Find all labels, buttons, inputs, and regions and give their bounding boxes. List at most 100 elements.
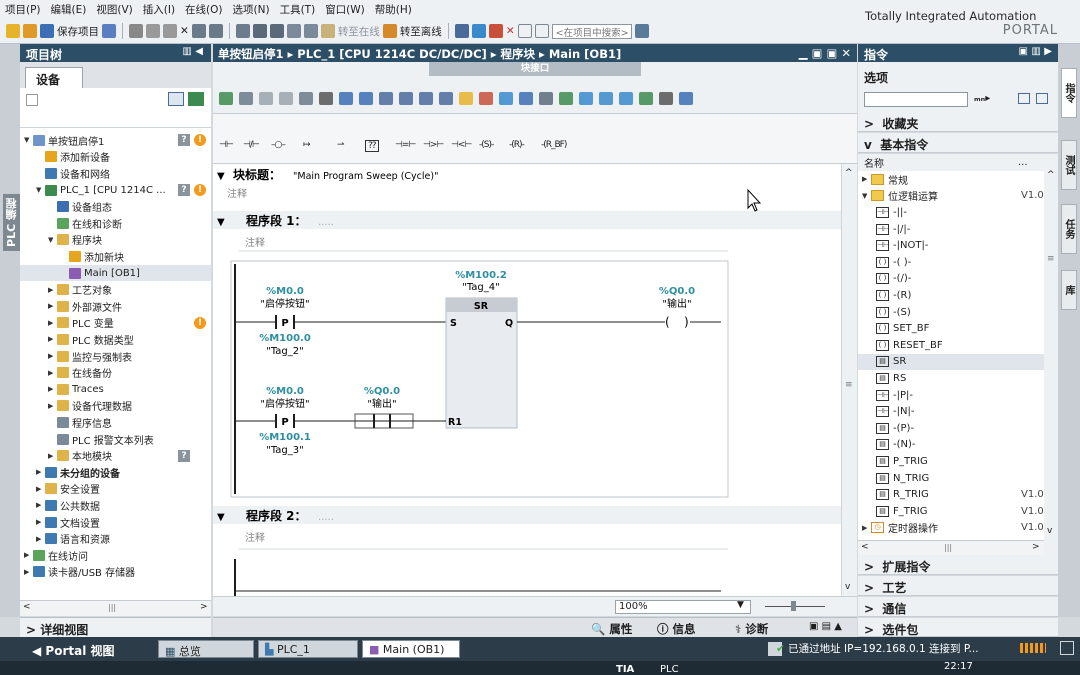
editor-tool-18-icon[interactable] [579,92,593,105]
tree-item[interactable]: ▼ 单按钮启停1?! [20,132,211,149]
contact-2-edge-address[interactable]: %M100.1 [259,432,311,443]
contact-1-edge-address[interactable]: %M100.0 [259,333,311,344]
collapse-arrow-icon[interactable]: ▼ [36,186,45,194]
ladder-editor[interactable]: ▼ 块标题： "Main Program Sweep (Cycle)" 注释 ▼… [213,164,841,596]
editor-tool-21-icon[interactable] [639,92,653,105]
chevron-down-icon[interactable]: ▼ [737,600,744,610]
cross-reference-icon[interactable]: ✕ [506,25,515,37]
download-icon[interactable] [252,24,267,38]
contact-2-edge-tag[interactable]: "Tag_3" [266,445,304,456]
view-list-icon[interactable] [1018,93,1030,104]
menu-item-1[interactable]: 编辑(E) [46,2,92,17]
search-icon[interactable] [634,24,649,38]
panel-controls-icon[interactable]: ▣ ▥ ▶ [1018,46,1052,57]
editor-tool-15-icon[interactable] [519,92,533,105]
sr-tag[interactable]: "Tag_4" [462,282,500,293]
tree-item[interactable]: ▶ PLC 变量! [20,315,211,332]
sr-address[interactable]: %M100.2 [455,270,507,281]
editor-tool-6-icon[interactable] [339,92,353,105]
cut-icon[interactable] [129,24,143,38]
tree-item[interactable]: ▶ 安全设置 [20,481,211,498]
editor-tool-16-icon[interactable] [539,92,553,105]
no-contact-icon[interactable]: ⊣⊢ [219,140,234,150]
tree-item[interactable]: ▶ 在线备份 [20,364,211,381]
optional-packages-section[interactable]: > 选件包 [858,618,1058,637]
go-online-button[interactable]: 转至在线 [338,24,380,39]
editor-tool-8-icon[interactable] [379,92,393,105]
block-interface-handle[interactable]: 块接口 [429,62,641,76]
cmp-eq-icon[interactable]: ⊣=⊢ [395,140,416,150]
scroll-up-icon[interactable]: ^ [1047,170,1055,180]
details-view-header[interactable]: > 详细视图 [20,617,211,637]
tree-item[interactable]: 设备和网络 [20,165,211,182]
instruction-item[interactable]: ⊣⊢ -|N|- [858,403,1044,420]
tree-item[interactable]: ▶ 文档设置 [20,514,211,531]
info-tab[interactable]: ⓘ 信息 [657,621,696,637]
tree-item[interactable]: PLC 报警文本列表 [20,431,211,448]
panel-controls-icon[interactable]: ▣ ▤ ▲ [809,621,842,632]
filter-icon[interactable]: ₘₙ▸ [974,93,990,104]
tree-item[interactable]: ▶ 监控与强制表 [20,348,211,365]
delete-icon[interactable]: ✕ [180,25,189,37]
taskbar-plc-label[interactable]: PLC [660,664,679,675]
tree-item[interactable]: ▶ 在线访问 [20,547,211,564]
tree-item[interactable]: 添加新块 [20,248,211,265]
tree-item[interactable]: ▶ 本地模块? [20,447,211,464]
properties-tab[interactable]: 🔍 属性 [591,621,632,637]
communication-section[interactable]: > 通信 [858,597,1058,617]
panel-icon[interactable] [1060,641,1074,655]
cmp-gt-icon[interactable]: ⊣>⊢ [423,140,444,150]
diagnostics-tab[interactable]: ⚕ 诊断 [735,621,768,637]
instruction-item[interactable]: ( ) -( )- [858,254,1044,271]
instructions-hscrollbar[interactable]: < ||| > [858,540,1044,555]
stop-cpu-icon[interactable] [488,24,503,38]
contact-1-tag[interactable]: "启停按钮" [260,297,309,310]
tab-libraries[interactable]: 库 [1061,270,1077,310]
column-more[interactable]: ... [1018,157,1028,168]
set-coil-icon[interactable]: -(S)- [479,140,494,150]
accessible-devices-icon[interactable] [454,24,469,38]
contact-2-address[interactable]: %M0.0 [266,386,304,397]
editor-tool-19-icon[interactable] [599,92,613,105]
editor-tool-10-icon[interactable] [419,92,433,105]
scroll-thumb-icon[interactable]: ||| [944,543,952,552]
instruction-item[interactable]: ▶ ◷ 定时器操作 V1.0 [858,520,1044,537]
expand-arrow-icon[interactable]: ▶ [36,535,45,543]
expand-arrow-icon[interactable]: ▶ [24,551,33,559]
portal-view-button[interactable]: ◀ Portal 视图 [26,640,121,658]
contact-1-edge-tag[interactable]: "Tag_2" [266,346,304,357]
expand-arrow-icon[interactable]: ▶ [24,568,33,576]
box-icon[interactable]: ?? [365,140,379,152]
reset-bf-icon[interactable]: -(R_BF) [541,140,567,150]
task-overview[interactable]: ▦ 总览 [158,640,254,658]
menu-item-7[interactable]: 窗口(W) [320,2,370,17]
instruction-item[interactable]: ▤ RS [858,370,1044,387]
instruction-item[interactable]: ▤ -(N)- [858,437,1044,454]
collapse-arrow-icon[interactable]: ▼ [24,136,33,144]
reset-coil-icon[interactable]: -(R)- [509,140,525,150]
taskbar-app-label[interactable]: TIA [616,664,634,675]
instruction-item[interactable]: ▤ P_TRIG [858,453,1044,470]
editor-tool-5-icon[interactable] [319,92,333,105]
project-tree-hscrollbar[interactable]: < ||| > [20,600,211,616]
tree-item[interactable]: ▶ 设备代理数据 [20,398,211,415]
save-icon[interactable] [40,24,54,38]
tree-item[interactable]: 在线和诊断 [20,215,211,232]
coil-right-icon[interactable]: ) [684,315,689,329]
expand-arrow-icon[interactable]: ▶ [48,452,57,460]
network-1-header[interactable] [213,211,841,229]
instruction-item[interactable]: ▤ -(P)- [858,420,1044,437]
plc-programming-side-tab[interactable]: PLC 编程 [0,44,21,617]
expand-arrow-icon[interactable]: ▶ [36,468,45,476]
window-controls-icon[interactable]: ▁ ▣ ▣ ✕ [799,46,851,60]
paste-icon[interactable] [163,24,177,38]
scroll-right-icon[interactable]: > [200,602,208,612]
expand-arrow-icon[interactable]: ▶ [48,402,57,410]
compile-icon[interactable] [235,24,250,38]
tab-tasks[interactable]: 任务 [1061,204,1077,254]
tree-item[interactable]: 程序信息 [20,414,211,431]
instruction-item[interactable]: ⊣⊢ -|NOT|- [858,237,1044,254]
scroll-right-icon[interactable]: > [1032,542,1040,552]
expand-arrow-icon[interactable]: ▶ [48,286,57,294]
copy-icon[interactable] [146,24,160,38]
